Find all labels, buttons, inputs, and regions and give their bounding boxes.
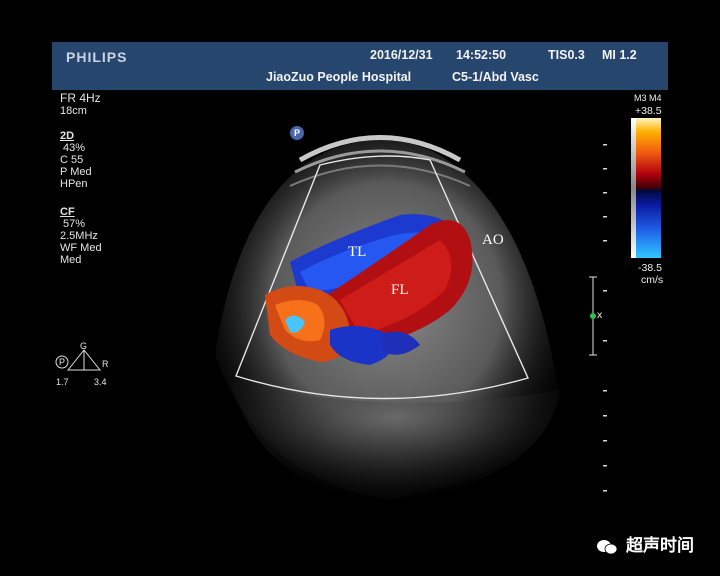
label-aorta: AO	[482, 232, 504, 248]
color-scale-gray-strip	[631, 118, 636, 258]
colorbar-mode: M3 M4	[634, 93, 662, 103]
focus-marker: x	[597, 309, 603, 321]
watermark: 超声时间	[596, 531, 694, 556]
label-false-lumen: FL	[391, 282, 409, 298]
depth-scale	[589, 144, 607, 492]
watermark-text: 超声时间	[626, 536, 694, 555]
probe-indicator-badge: P	[290, 126, 304, 140]
colorbar-max: +38.5	[635, 105, 662, 117]
label-true-lumen: TL	[348, 244, 367, 260]
wechat-icon	[597, 539, 618, 554]
colorbar-unit: cm/s	[641, 274, 664, 286]
colorbar-min: -38.5	[638, 262, 662, 274]
